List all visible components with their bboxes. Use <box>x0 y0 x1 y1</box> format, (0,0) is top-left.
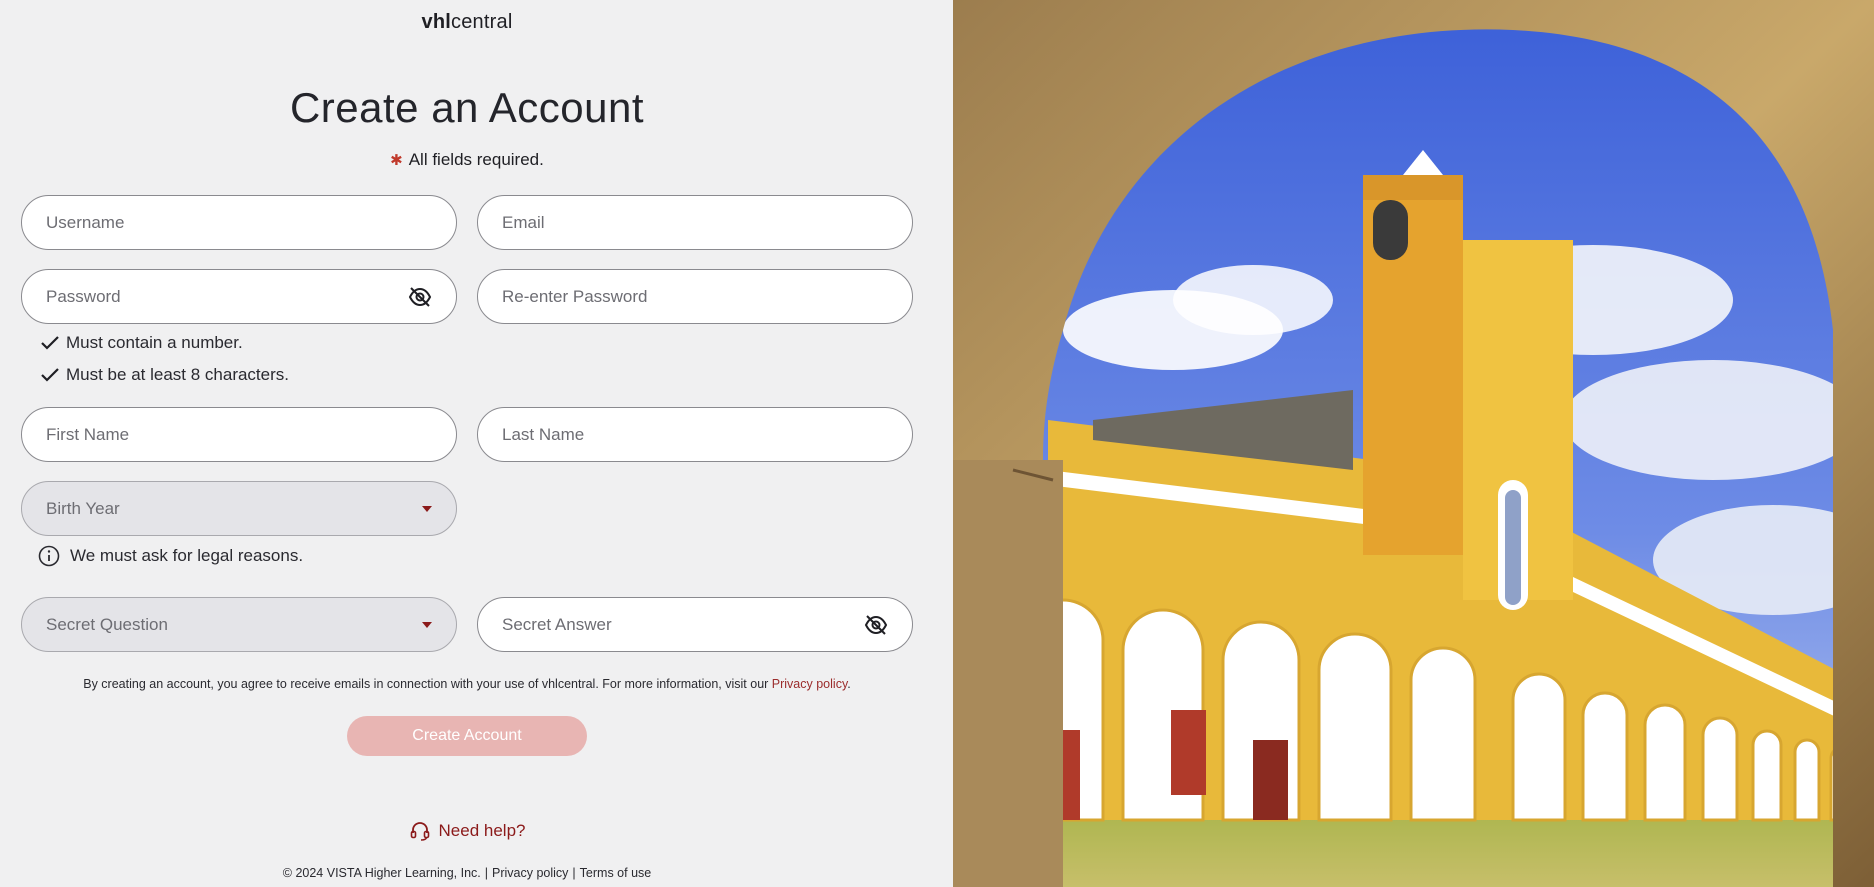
secret-answer-input[interactable] <box>502 614 864 635</box>
password-field[interactable] <box>21 269 457 324</box>
last-name-field[interactable] <box>477 407 913 462</box>
create-account-button[interactable]: Create Account <box>347 716 587 756</box>
username-input[interactable] <box>46 212 432 233</box>
need-help-link[interactable]: Need help? <box>0 820 934 842</box>
consent-text: By creating an account, you agree to rec… <box>83 677 851 691</box>
eye-off-icon[interactable] <box>864 614 888 636</box>
page-title: Create an Account <box>289 84 645 131</box>
email-field[interactable] <box>477 195 913 250</box>
password-input[interactable] <box>46 286 408 307</box>
caret-down-icon <box>422 621 432 628</box>
footer: © 2024 VISTA Higher Learning, Inc. | Priva… <box>282 866 652 880</box>
birth-year-select[interactable]: Birth Year <box>21 481 457 536</box>
caret-down-icon <box>422 505 432 512</box>
first-name-input[interactable] <box>46 424 432 445</box>
footer-terms-link[interactable]: Terms of use <box>580 866 652 880</box>
last-name-input[interactable] <box>502 424 888 445</box>
vhlcentral-logo[interactable]: vhlcentral <box>0 11 934 34</box>
footer-privacy-link[interactable]: Privacy policy <box>492 866 568 880</box>
reenter-password-input[interactable] <box>502 286 888 307</box>
checkmark-icon <box>41 336 59 350</box>
info-icon <box>38 545 60 567</box>
email-input[interactable] <box>502 212 888 233</box>
secret-answer-field[interactable] <box>477 597 913 652</box>
birth-year-info: We must ask for legal reasons. <box>38 545 303 567</box>
password-rule-number: Must contain a number. <box>40 333 243 353</box>
required-note: ✱ All fields required. <box>390 150 544 169</box>
password-rule-length: Must be at least 8 characters. <box>40 365 289 385</box>
secret-question-select[interactable]: Secret Question <box>21 597 457 652</box>
convent-arch-photo <box>953 0 1874 887</box>
first-name-field[interactable] <box>21 407 457 462</box>
username-field[interactable] <box>21 195 457 250</box>
eye-off-icon[interactable] <box>408 286 432 308</box>
reenter-password-field[interactable] <box>477 269 913 324</box>
checkmark-icon <box>41 368 59 382</box>
privacy-policy-link[interactable]: Privacy policy <box>772 677 847 691</box>
signup-panel: vhlcentral Create an Account ✱ All fields… <box>0 0 953 887</box>
headset-icon <box>410 822 429 841</box>
asterisk-icon: ✱ <box>390 152 403 169</box>
hero-image <box>953 0 1874 887</box>
